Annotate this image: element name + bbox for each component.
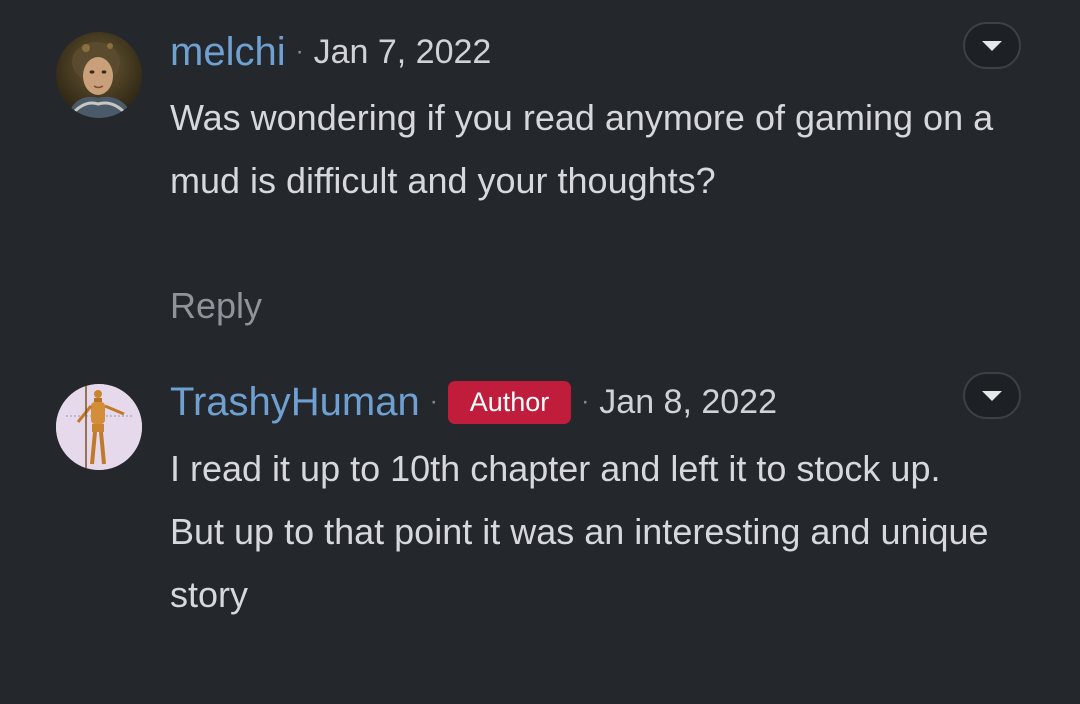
comment-item: TrashyHuman · Author · Jan 8, 2022 I rea… xyxy=(0,340,1080,704)
comment-text: Was wondering if you read anymore of gam… xyxy=(170,97,994,201)
separator-dot: · xyxy=(429,388,438,415)
author-badge: Author xyxy=(447,380,572,424)
chevron-down-icon xyxy=(982,390,1002,401)
comment-header: TrashyHuman · Author · Jan 8, 2022 xyxy=(170,378,777,426)
comment-menu-button[interactable] xyxy=(963,22,1021,69)
separator-dot: · xyxy=(295,38,304,65)
comment-date: Jan 8, 2022 xyxy=(599,383,777,421)
chevron-down-icon xyxy=(982,40,1002,51)
username-link[interactable]: TrashyHuman xyxy=(170,378,420,426)
comment-menu-button[interactable] xyxy=(963,372,1021,419)
portrait-avatar-icon xyxy=(56,32,142,118)
username-link[interactable]: melchi xyxy=(170,28,286,76)
avatar[interactable] xyxy=(56,32,142,118)
wooden-mannequin-avatar-icon xyxy=(56,384,142,470)
comment-date: Jan 7, 2022 xyxy=(313,33,492,71)
separator-dot: · xyxy=(581,388,590,415)
reply-button[interactable]: Reply xyxy=(170,282,262,330)
comment-header: melchi · Jan 7, 2022 xyxy=(170,28,491,76)
avatar[interactable] xyxy=(56,384,142,470)
comment-text: I read it up to 10th chapter and left it… xyxy=(170,448,989,615)
comment-item: melchi · Jan 7, 2022 Was wondering if yo… xyxy=(0,0,1080,340)
